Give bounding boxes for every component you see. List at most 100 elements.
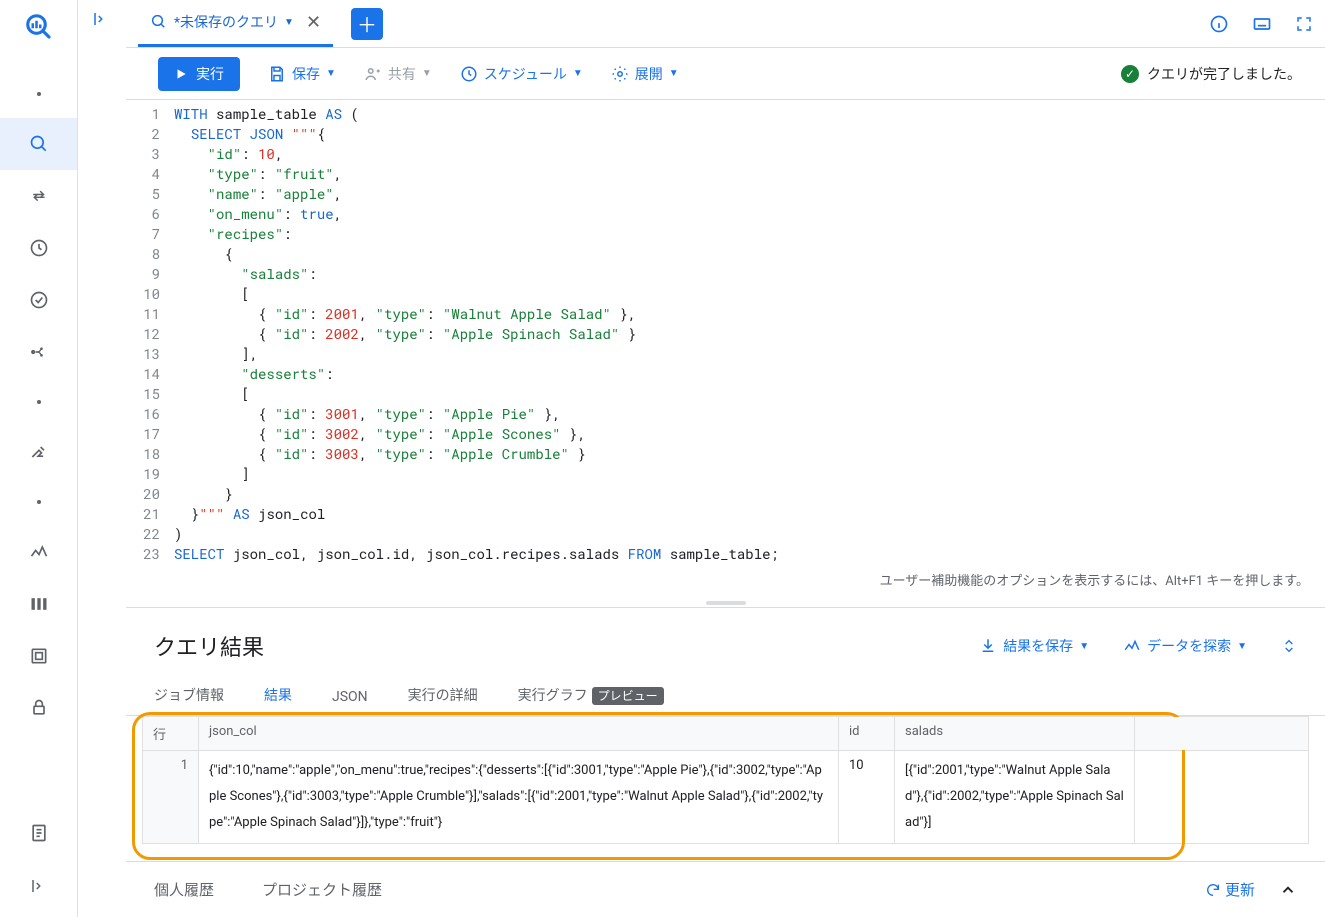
editor-line[interactable]: 3 "id": 10, xyxy=(126,144,1325,164)
sidebar-item-sql[interactable] xyxy=(0,118,77,170)
personal-history-tab[interactable]: 個人履歴 xyxy=(154,879,214,900)
code-text[interactable]: [ xyxy=(170,284,250,304)
col-id[interactable]: id xyxy=(839,717,895,751)
code-text[interactable]: "salads": xyxy=(170,264,317,284)
editor-line[interactable]: 6 "on_menu": true, xyxy=(126,204,1325,224)
schedule-label: スケジュール xyxy=(484,64,567,84)
code-text[interactable]: }""" AS json_col xyxy=(170,504,325,524)
sidebar-item-bi-engine[interactable] xyxy=(0,630,77,682)
code-text[interactable]: WITH sample_table AS ( xyxy=(170,104,359,124)
run-button[interactable]: 実行 xyxy=(158,57,240,91)
refresh-button[interactable]: 更新 xyxy=(1205,879,1255,900)
editor-line[interactable]: 11 { "id": 2001, "type": "Walnut Apple S… xyxy=(126,304,1325,324)
code-text[interactable]: ) xyxy=(170,524,182,544)
code-text[interactable]: "on_menu": true, xyxy=(170,204,342,224)
col-salads[interactable]: salads xyxy=(895,717,1135,751)
tab-exec-detail[interactable]: 実行の詳細 xyxy=(408,685,478,715)
editor-line[interactable]: 19 ] xyxy=(126,464,1325,484)
code-text[interactable]: ], xyxy=(170,344,258,364)
query-tab-unsaved[interactable]: *未保存のクエリ ▼ ✕ xyxy=(138,0,333,47)
resize-handle[interactable] xyxy=(126,599,1325,607)
schedule-button[interactable]: スケジュール ▼ xyxy=(460,64,583,84)
line-number: 18 xyxy=(126,444,170,464)
sql-editor[interactable]: 1WITH sample_table AS (2 SELECT JSON """… xyxy=(126,100,1325,564)
editor-line[interactable]: 18 { "id": 3003, "type": "Apple Crumble"… xyxy=(126,444,1325,464)
editor-line[interactable]: 22) xyxy=(126,524,1325,544)
sidebar-item-settings[interactable] xyxy=(0,426,77,478)
editor-line[interactable]: 8 { xyxy=(126,244,1325,264)
editor-line[interactable]: 17 { "id": 3002, "type": "Apple Scones" … xyxy=(126,424,1325,444)
new-tab-button[interactable]: ＋ xyxy=(351,8,383,40)
editor-line[interactable]: 16 { "id": 3001, "type": "Apple Pie" }, xyxy=(126,404,1325,424)
code-text[interactable]: SELECT json_col, json_col.id, json_col.r… xyxy=(170,544,779,564)
sidebar-item-dataform[interactable] xyxy=(0,326,77,378)
code-text[interactable]: ] xyxy=(170,464,250,484)
rail-expand-icon[interactable] xyxy=(20,867,58,905)
line-number: 4 xyxy=(126,164,170,184)
tab-job-info[interactable]: ジョブ情報 xyxy=(154,685,224,715)
editor-line[interactable]: 23SELECT json_col, json_col.id, json_col… xyxy=(126,544,1325,564)
keyboard-icon[interactable] xyxy=(1251,14,1273,34)
line-number: 19 xyxy=(126,464,170,484)
editor-line[interactable]: 15 [ xyxy=(126,384,1325,404)
expand-more-button[interactable]: 展開 ▼ xyxy=(611,64,679,84)
results-title: クエリ結果 xyxy=(154,630,264,662)
editor-line[interactable]: 5 "name": "apple", xyxy=(126,184,1325,204)
line-number: 16 xyxy=(126,404,170,424)
expand-collapse-icon[interactable] xyxy=(1281,636,1297,656)
cell-json-col: {"id":10,"name":"apple","on_menu":true,"… xyxy=(199,751,839,844)
info-icon[interactable] xyxy=(1209,14,1229,34)
sidebar-item-transfers[interactable] xyxy=(0,170,77,222)
code-text[interactable]: { "id": 2001, "type": "Walnut Apple Sala… xyxy=(170,304,636,324)
editor-line[interactable]: 14 "desserts": xyxy=(126,364,1325,384)
code-text[interactable]: { "id": 3003, "type": "Apple Crumble" } xyxy=(170,444,586,464)
editor-line[interactable]: 20 } xyxy=(126,484,1325,504)
editor-line[interactable]: 4 "type": "fruit", xyxy=(126,164,1325,184)
sidebar-item-monitoring[interactable] xyxy=(0,526,77,578)
code-text[interactable]: "recipes": xyxy=(170,224,292,244)
chevron-up-icon[interactable] xyxy=(1279,881,1297,899)
sidebar-item-scheduled[interactable] xyxy=(0,222,77,274)
line-number: 13 xyxy=(126,344,170,364)
sidebar-item-notes[interactable] xyxy=(0,807,77,859)
code-text[interactable]: "type": "fruit", xyxy=(170,164,342,184)
code-text[interactable]: { xyxy=(170,244,233,264)
project-history-tab[interactable]: プロジェクト履歴 xyxy=(262,879,382,900)
line-number: 14 xyxy=(126,364,170,384)
code-text[interactable]: [ xyxy=(170,384,250,404)
code-text[interactable]: { "id": 3001, "type": "Apple Pie" }, xyxy=(170,404,561,424)
editor-line[interactable]: 21 }""" AS json_col xyxy=(126,504,1325,524)
sidebar-item-analytics-hub[interactable] xyxy=(0,274,77,326)
save-results-button[interactable]: 結果を保存 ▼ xyxy=(979,636,1089,656)
code-text[interactable]: { "id": 3002, "type": "Apple Scones" }, xyxy=(170,424,586,444)
fullscreen-icon[interactable] xyxy=(1295,15,1313,33)
sidebar-item-policy[interactable] xyxy=(0,682,77,734)
code-text[interactable]: "id": 10, xyxy=(170,144,283,164)
code-text[interactable]: "name": "apple", xyxy=(170,184,342,204)
tab-result[interactable]: 結果 xyxy=(264,685,292,715)
chevron-down-icon[interactable]: ▼ xyxy=(284,17,294,28)
save-button[interactable]: 保存 ▼ xyxy=(268,64,336,84)
editor-line[interactable]: 7 "recipes": xyxy=(126,224,1325,244)
explore-button[interactable]: データを探索 ▼ xyxy=(1123,636,1247,656)
cell-rownum: 1 xyxy=(143,751,199,844)
editor-line[interactable]: 10 [ xyxy=(126,284,1325,304)
code-text[interactable]: SELECT JSON """{ xyxy=(170,124,325,144)
code-text[interactable]: { "id": 2002, "type": "Apple Spinach Sal… xyxy=(170,324,636,344)
tab-json[interactable]: JSON xyxy=(332,689,368,715)
tab-exec-graph[interactable]: 実行グラフプレビュー xyxy=(518,685,664,715)
table-header-row: 行 json_col id salads xyxy=(143,717,1309,751)
line-number: 21 xyxy=(126,504,170,524)
sidebar-item-capacity[interactable] xyxy=(0,578,77,630)
editor-line[interactable]: 13 ], xyxy=(126,344,1325,364)
code-text[interactable]: "desserts": xyxy=(170,364,334,384)
editor-line[interactable]: 1WITH sample_table AS ( xyxy=(126,104,1325,124)
explorer-expand-icon[interactable] xyxy=(78,0,126,38)
col-row[interactable]: 行 xyxy=(143,717,199,751)
code-text[interactable]: } xyxy=(170,484,233,504)
col-json[interactable]: json_col xyxy=(199,717,839,751)
editor-line[interactable]: 12 { "id": 2002, "type": "Apple Spinach … xyxy=(126,324,1325,344)
editor-line[interactable]: 9 "salads": xyxy=(126,264,1325,284)
close-icon[interactable]: ✕ xyxy=(306,12,321,33)
editor-line[interactable]: 2 SELECT JSON """{ xyxy=(126,124,1325,144)
